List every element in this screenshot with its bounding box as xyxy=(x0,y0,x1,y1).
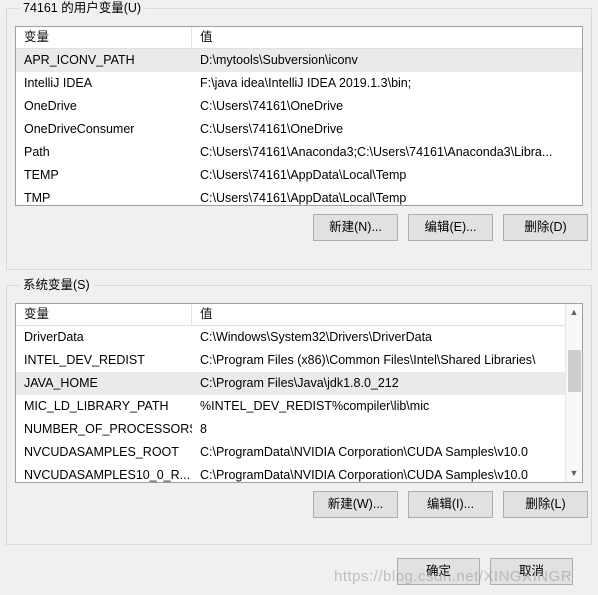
user-variables-group: 74161 的用户变量(U) 变量 值 APR_ICONV_PATH D:\myt… xyxy=(6,1,592,270)
variable-name-cell: JAVA_HOME xyxy=(24,376,98,390)
user-list-header: 变量 值 xyxy=(16,27,582,49)
variable-value-cell: C:\Users\74161\AppData\Local\Temp xyxy=(200,191,407,205)
variable-name-cell: OneDrive xyxy=(24,99,77,113)
variable-value-cell: C:\Users\74161\OneDrive xyxy=(200,122,344,136)
system-variables-group: 系统变量(S) 变量 值 DriverData C:\Windows\System… xyxy=(6,278,592,545)
table-row[interactable]: MIC_LD_LIBRARY_PATH %INTEL_DEV_REDIST%com… xyxy=(16,395,582,418)
variable-value-cell: C:\Users\74161\Anaconda3;C:\Users\74161\… xyxy=(200,145,553,159)
dialog-button-bar: 确定 取消 xyxy=(0,552,598,595)
variable-name-cell: TEMP xyxy=(24,168,59,182)
table-row[interactable]: OneDriveConsumer C:\Users\74161\OneDrive xyxy=(16,118,582,141)
variable-name-cell: IntelliJ IDEA xyxy=(24,76,93,90)
variable-value-cell: 8 xyxy=(200,422,207,436)
system-list-body: DriverData C:\Windows\System32\Drivers\Dr… xyxy=(16,326,582,482)
variable-value-cell: C:\Users\74161\OneDrive xyxy=(200,99,344,113)
table-row[interactable]: TEMP C:\Users\74161\AppData\Local\Temp xyxy=(16,164,582,187)
table-row[interactable]: DriverData C:\Windows\System32\Drivers\Dr… xyxy=(16,326,582,349)
variable-value-cell: C:\ProgramData\NVIDIA Corporation\CUDA S… xyxy=(200,468,528,482)
variable-value-cell: C:\ProgramData\NVIDIA Corporation\CUDA S… xyxy=(200,445,528,459)
variable-value-cell: C:\Program Files\Java\jdk1.8.0_212 xyxy=(200,376,399,390)
variable-name-cell: NUMBER_OF_PROCESSORS xyxy=(24,422,192,436)
user-variables-list[interactable]: 变量 值 APR_ICONV_PATH D:\mytools\Subversion… xyxy=(15,26,583,206)
table-row[interactable]: Path C:\Users\74161\Anaconda3;C:\Users\74… xyxy=(16,141,582,164)
table-row[interactable]: IntelliJ IDEA F:\java idea\IntelliJ IDEA … xyxy=(16,72,582,95)
system-variables-list[interactable]: 变量 值 DriverData C:\Windows\System32\Drive… xyxy=(15,303,583,483)
system-column-header-name[interactable]: 变量 xyxy=(16,304,192,325)
variable-value-cell: C:\Program Files (x86)\Common Files\Inte… xyxy=(200,353,536,367)
system-list-scrollbar[interactable]: ▲ ▼ xyxy=(565,304,582,482)
user-column-header-value[interactable]: 值 xyxy=(192,27,582,48)
system-edit-button[interactable]: 编辑(I)... xyxy=(408,491,493,518)
user-edit-button[interactable]: 编辑(E)... xyxy=(408,214,493,241)
user-variables-legend: 74161 的用户变量(U) xyxy=(19,1,146,16)
system-list-header: 变量 值 xyxy=(16,304,582,326)
variable-name-cell: TMP xyxy=(24,191,51,205)
variable-value-cell: %INTEL_DEV_REDIST%compiler\lib\mic xyxy=(200,399,430,413)
user-delete-button[interactable]: 删除(D) xyxy=(503,214,588,241)
table-row[interactable]: JAVA_HOME C:\Program Files\Java\jdk1.8.0_… xyxy=(16,372,582,395)
system-variables-legend: 系统变量(S) xyxy=(19,278,94,293)
table-row[interactable]: NVCUDASAMPLES_ROOT C:\ProgramData\NVIDIA … xyxy=(16,441,582,464)
variable-value-cell: F:\java idea\IntelliJ IDEA 2019.1.3\bin; xyxy=(200,76,412,90)
cancel-button[interactable]: 取消 xyxy=(490,558,573,585)
system-delete-button[interactable]: 删除(L) xyxy=(503,491,588,518)
system-new-button[interactable]: 新建(W)... xyxy=(313,491,398,518)
system-variables-button-row: 新建(W)... 编辑(I)... 删除(L) xyxy=(15,491,588,519)
user-variables-button-row: 新建(N)... 编辑(E)... 删除(D) xyxy=(15,214,588,242)
table-row[interactable]: APR_ICONV_PATH D:\mytools\Subversion\icon… xyxy=(16,49,582,72)
variable-name-cell: Path xyxy=(24,145,50,159)
chevron-down-icon[interactable]: ▼ xyxy=(566,465,582,482)
table-row[interactable]: NVCUDASAMPLES10_0_R... C:\ProgramData\NVI… xyxy=(16,464,582,482)
variable-value-cell: C:\Windows\System32\Drivers\DriverData xyxy=(200,330,432,344)
table-row[interactable]: NUMBER_OF_PROCESSORS 8 xyxy=(16,418,582,441)
system-column-header-value[interactable]: 值 xyxy=(192,304,582,325)
user-new-button[interactable]: 新建(N)... xyxy=(313,214,398,241)
user-column-header-name[interactable]: 变量 xyxy=(16,27,192,48)
variable-value-cell: D:\mytools\Subversion\iconv xyxy=(200,53,358,67)
scrollbar-thumb[interactable] xyxy=(568,350,581,392)
variable-name-cell: INTEL_DEV_REDIST xyxy=(24,353,145,367)
user-list-body: APR_ICONV_PATH D:\mytools\Subversion\icon… xyxy=(16,49,582,205)
ok-button[interactable]: 确定 xyxy=(397,558,480,585)
variable-name-cell: NVCUDASAMPLES10_0_R... xyxy=(24,468,191,482)
table-row[interactable]: OneDrive C:\Users\74161\OneDrive xyxy=(16,95,582,118)
variable-name-cell: APR_ICONV_PATH xyxy=(24,53,135,67)
chevron-up-icon[interactable]: ▲ xyxy=(566,304,582,321)
variable-name-cell: DriverData xyxy=(24,330,84,344)
table-row[interactable]: TMP C:\Users\74161\AppData\Local\Temp xyxy=(16,187,582,205)
table-row[interactable]: INTEL_DEV_REDIST C:\Program Files (x86)\C… xyxy=(16,349,582,372)
variable-name-cell: OneDriveConsumer xyxy=(24,122,135,136)
variable-value-cell: C:\Users\74161\AppData\Local\Temp xyxy=(200,168,407,182)
variable-name-cell: MIC_LD_LIBRARY_PATH xyxy=(24,399,169,413)
variable-name-cell: NVCUDASAMPLES_ROOT xyxy=(24,445,179,459)
